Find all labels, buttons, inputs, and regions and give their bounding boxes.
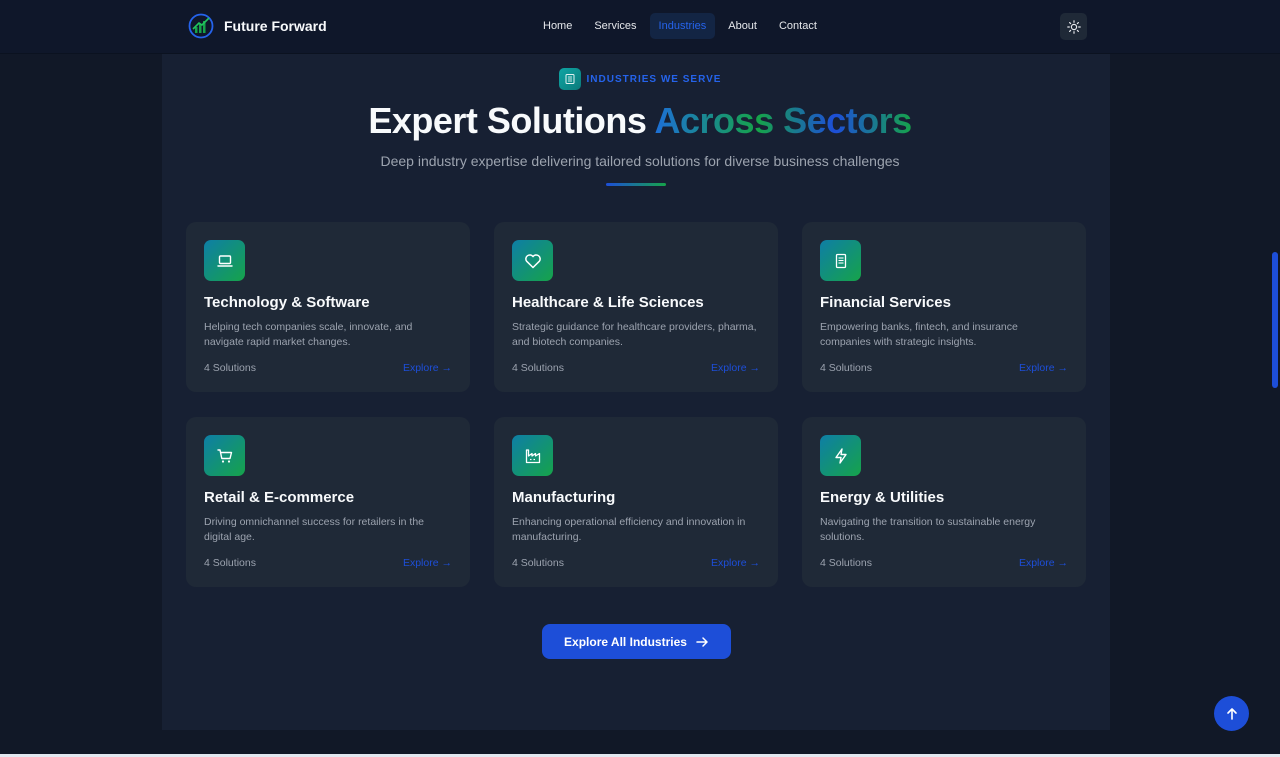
card-title: Financial Services: [820, 294, 951, 311]
card-title: Technology & Software: [204, 294, 370, 311]
brand[interactable]: Future Forward: [188, 12, 327, 40]
growth-chart-logo-icon: [188, 13, 214, 39]
card-title: Healthcare & Life Sciences: [512, 294, 704, 311]
card-title: Retail & E-commerce: [204, 489, 355, 506]
card-description: Strategic guidance for healthcare provid…: [512, 321, 757, 348]
section-divider: [606, 183, 666, 186]
card-description: Empowering banks, fintech, and insurance…: [820, 321, 1018, 348]
card-description: Driving omnichannel success for retailer…: [204, 516, 425, 543]
card-title: Manufacturing: [512, 489, 616, 506]
factory-icon: [512, 435, 553, 476]
card-description: Enhancing operational efficiency and inn…: [512, 516, 746, 543]
section-headline: Expert Solutions Across Sectors: [0, 100, 1280, 142]
explore-link[interactable]: Explore →: [711, 557, 760, 569]
page-scrollbar[interactable]: [1272, 252, 1278, 388]
nav-item-industries[interactable]: Industries: [649, 13, 716, 39]
card-solution-count: 4 Solutions: [204, 557, 256, 569]
industry-card-technology[interactable]: Technology & Software Helping tech compa…: [186, 222, 470, 392]
card-solution-count: 4 Solutions: [820, 557, 872, 569]
heart-icon: [512, 240, 553, 281]
industry-card-healthcare[interactable]: Healthcare & Life Sciences Strategic gui…: [494, 222, 778, 392]
card-solution-count: 4 Solutions: [204, 362, 256, 374]
card-solution-count: 4 Solutions: [512, 557, 564, 569]
card-solution-count: 4 Solutions: [820, 362, 872, 374]
nav-item-home[interactable]: Home: [534, 13, 581, 39]
industry-card-manufacturing[interactable]: Manufacturing Enhancing operational effi…: [494, 417, 778, 587]
nav-item-services[interactable]: Services: [585, 13, 645, 39]
card-description: Helping tech companies scale, innovate, …: [204, 321, 413, 348]
card-title: Energy & Utilities: [820, 489, 945, 506]
explore-link[interactable]: Explore →: [1019, 362, 1068, 374]
laptop-icon: [204, 240, 245, 281]
arrow-up-icon: [1226, 707, 1237, 720]
main-nav: Home Services Industries About Contact: [534, 13, 826, 39]
receipt-icon: [820, 240, 861, 281]
explore-link[interactable]: Explore →: [403, 362, 452, 374]
section-eyebrow: INDUSTRIES WE SERVE: [0, 68, 1280, 90]
lightning-icon: [820, 435, 861, 476]
brand-name: Future Forward: [224, 18, 327, 34]
section-subheading: Deep industry expertise delivering tailo…: [380, 153, 900, 169]
sun-icon: [1066, 19, 1081, 34]
headline-plain: Expert Solutions: [368, 100, 647, 141]
top-navigation-bar: Future Forward Home Services Industries …: [0, 0, 1280, 54]
nav-item-contact[interactable]: Contact: [770, 13, 826, 39]
card-solution-count: 4 Solutions: [512, 362, 564, 374]
cta-label: Explore All Industries: [564, 634, 687, 649]
industry-card-financial[interactable]: Financial Services Empowering banks, fin…: [802, 222, 1086, 392]
industry-card-energy[interactable]: Energy & Utilities Navigating the transi…: [802, 417, 1086, 587]
headline-highlight: Across Sectors: [654, 100, 913, 141]
building-icon: [558, 68, 581, 90]
arrow-right-icon: [696, 636, 708, 647]
nav-item-about[interactable]: About: [719, 13, 766, 39]
explore-link[interactable]: Explore →: [711, 362, 760, 374]
explore-all-industries-button[interactable]: Explore All Industries: [542, 624, 731, 659]
shopping-cart-icon: [204, 435, 245, 476]
eyebrow-label: INDUSTRIES WE SERVE: [586, 73, 722, 85]
explore-link[interactable]: Explore →: [1019, 557, 1068, 569]
explore-link[interactable]: Explore →: [403, 557, 452, 569]
scroll-to-top-button[interactable]: [1214, 696, 1249, 731]
card-description: Navigating the transition to sustainable…: [820, 516, 1036, 543]
industry-card-retail[interactable]: Retail & E-commerce Driving omnichannel …: [186, 417, 470, 587]
theme-toggle-button[interactable]: [1060, 13, 1087, 40]
